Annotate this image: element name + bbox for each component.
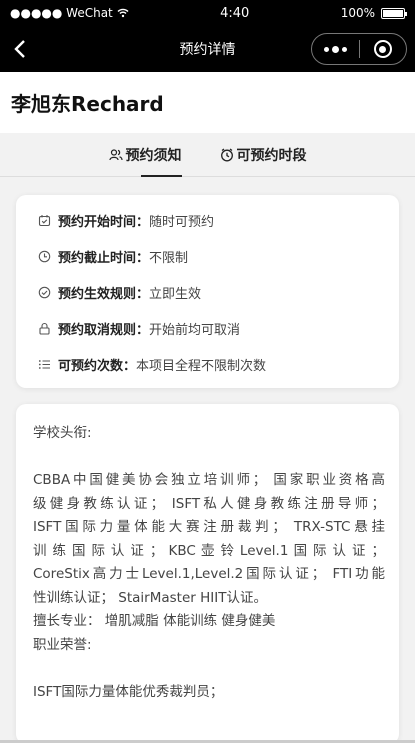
tab-available-slots[interactable]: 可预约时段 (220, 133, 307, 177)
bio-line: 性训练认证； StairMaster HIIT认证。 (33, 589, 267, 606)
rule-cancellation: 预约取消规则： 开始前均可取消 (16, 310, 399, 346)
tab-booking-notice[interactable]: 预约须知 (108, 133, 182, 177)
rule-label: 预约截止时间： (58, 250, 150, 266)
bio-honors-heading: 职业荣誉: (33, 636, 92, 653)
coach-name: 李旭东Rechard (11, 92, 164, 116)
battery-percent: 100% (340, 6, 375, 20)
list-icon (38, 359, 50, 369)
calendar-check-icon (38, 214, 51, 226)
close-mini-program-button[interactable] (360, 40, 407, 58)
rule-label: 预约开始时间： (58, 214, 150, 230)
rule-value: 随时可预约 (149, 214, 215, 230)
rule-value: 开始前均可取消 (149, 322, 241, 338)
coach-header: 李旭东Rechard (0, 72, 415, 133)
back-button[interactable] (2, 26, 38, 72)
bio-line: CBBA中国健美协会独立培训师； 国家职业资格高 (33, 472, 385, 488)
rule-start-time: 预约开始时间： 随时可预约 (16, 202, 399, 238)
rule-label: 可预约次数： (58, 358, 137, 374)
rule-effective: 预约生效规则： 立即生效 (16, 274, 399, 310)
bio-honor-line: ISFT国际力量体能优秀裁判员； (33, 683, 224, 700)
wifi-icon (117, 8, 129, 18)
carrier-label: ●●●●● WeChat (10, 6, 113, 20)
check-circle-icon (38, 286, 51, 298)
chevron-left-icon (14, 40, 25, 58)
tab-label: 可预约时段 (236, 147, 307, 164)
coach-bio-card: 学校头衔: CBBA中国健美协会独立培训师； 国家职业资格高 级健身教练认证； … (16, 404, 399, 743)
rule-deadline: 预约截止时间： 不限制 (16, 238, 399, 274)
battery-group: 100% (340, 6, 407, 20)
bio-specialty: 擅长专业： 增肌减脂 体能训练 健身健美 (33, 613, 276, 629)
bio-line: 级健身教练认证； ISFT私人健身教练注册导师； (33, 495, 385, 512)
bio-heading: 学校头衔: (33, 425, 92, 441)
tab-label: 预约须知 (125, 147, 182, 164)
clock-icon (38, 250, 51, 262)
battery-icon (381, 7, 407, 19)
people-icon (108, 148, 123, 160)
rule-booking-count: 可预约次数： 本项目全程不限制次数 (16, 346, 399, 382)
tab-bar: 预约须知 可预约时段 (0, 133, 415, 177)
rule-value: 不限制 (149, 250, 189, 266)
bio-line: 训 练 国 际 认 证 ； KBC 壶 铃 Level.1 国 际 认 证 ； (33, 542, 385, 559)
rule-label: 预约取消规则： (58, 322, 150, 338)
bio-line: ISFT国际力量体能大赛注册裁判； TRX-STC悬挂 (33, 519, 385, 535)
bio-line: CoreStix高力士Level.1,Level.2国际认证； FTI功能 (33, 566, 385, 582)
carrier-group: ●●●●● WeChat (10, 6, 129, 20)
rule-value: 本项目全程不限制次数 (136, 358, 267, 374)
nav-bar: 预约详情 (0, 26, 415, 72)
lock-icon (39, 322, 50, 335)
booking-rules-card: 预约开始时间： 随时可预约 预约截止时间： 不限制 预约生效规则： 立即生效 预… (16, 195, 399, 388)
clock-icon (220, 147, 233, 161)
mini-program-capsule (311, 33, 407, 65)
rule-value: 立即生效 (149, 286, 202, 302)
more-button[interactable] (312, 45, 359, 53)
target-icon (373, 40, 392, 58)
status-bar: ●●●●● WeChat 4:40 100% (0, 0, 415, 26)
more-dots-icon (323, 46, 329, 52)
rule-label: 预约生效规则： (58, 286, 150, 302)
status-time: 4:40 (220, 5, 250, 21)
